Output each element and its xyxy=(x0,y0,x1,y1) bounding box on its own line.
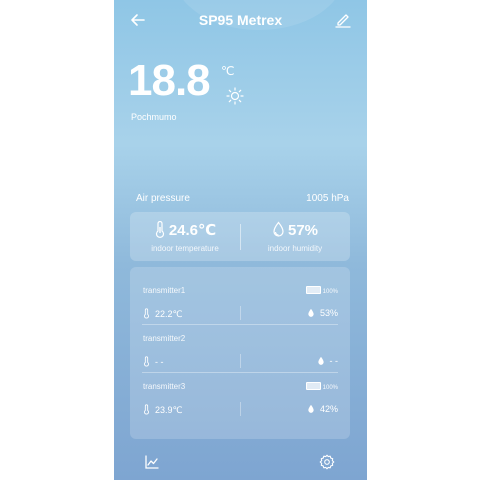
battery-icon xyxy=(305,382,321,390)
battery-indicator: 100% xyxy=(305,382,338,391)
indoor-humidity-value: 57% xyxy=(287,222,319,239)
thermometer-icon xyxy=(144,404,149,415)
app-screen: SP95 Metrex 18.8 ℃ Pochmumo Air pressure… xyxy=(114,0,367,480)
transmitter-temperature: 23.9℃ xyxy=(155,405,183,415)
droplet-icon xyxy=(317,356,324,365)
top-bar: SP95 Metrex xyxy=(114,8,367,36)
current-temperature: 18.8 xyxy=(128,56,211,105)
transmitters-card: transmitter1 100% 22.2℃ 53% transmitter2… xyxy=(130,267,350,439)
gear-icon[interactable] xyxy=(319,454,335,470)
thermometer-icon xyxy=(144,308,149,319)
air-pressure-value: 1005 hPa xyxy=(306,193,349,204)
indoor-humidity-label: indoor humidity xyxy=(267,244,323,253)
transmitter-row[interactable]: transmitter2 - - - - xyxy=(130,325,350,373)
battery-indicator: 100% xyxy=(305,286,338,295)
thermometer-icon xyxy=(144,356,149,367)
battery-level: 100% xyxy=(322,289,338,295)
droplet-icon xyxy=(308,308,314,317)
page-title: SP95 Metrex xyxy=(198,12,283,28)
location-label: Pochmumo xyxy=(131,112,177,122)
indoor-temperature: 24.6℃ indoor temperature xyxy=(130,212,240,261)
divider xyxy=(240,306,241,320)
transmitter-name: transmitter1 xyxy=(143,286,186,295)
indoor-humidity: 57% indoor humidity xyxy=(240,212,350,261)
transmitter-humidity: - - xyxy=(329,356,339,366)
transmitter-name: transmitter2 xyxy=(143,334,186,343)
divider xyxy=(240,354,241,368)
chart-icon[interactable] xyxy=(144,454,160,470)
droplet-icon xyxy=(273,221,284,237)
air-pressure-label: Air pressure xyxy=(136,193,190,204)
divider xyxy=(240,402,241,416)
transmitter-row[interactable]: transmitter3 100% 23.9℃ 42% xyxy=(130,373,350,421)
droplet-icon xyxy=(308,404,314,413)
transmitter-temperature: 22.2℃ xyxy=(155,309,183,319)
battery-level: 100% xyxy=(322,385,338,391)
transmitter-humidity: 53% xyxy=(319,308,338,318)
indoor-card: 24.6℃ indoor temperature 57% indoor humi… xyxy=(130,212,350,261)
edit-icon[interactable] xyxy=(333,10,353,30)
thermometer-icon xyxy=(155,220,164,238)
temperature-unit: ℃ xyxy=(221,64,235,78)
transmitter-humidity: 42% xyxy=(319,404,338,414)
transmitter-temperature: - - xyxy=(155,357,164,367)
indoor-temperature-label: indoor temperature xyxy=(151,244,219,253)
indoor-temperature-value: 24.6℃ xyxy=(168,222,217,239)
transmitter-name: transmitter3 xyxy=(143,382,186,391)
transmitter-row[interactable]: transmitter1 100% 22.2℃ 53% xyxy=(130,277,350,325)
sun-icon xyxy=(226,87,244,105)
battery-icon xyxy=(305,286,321,294)
